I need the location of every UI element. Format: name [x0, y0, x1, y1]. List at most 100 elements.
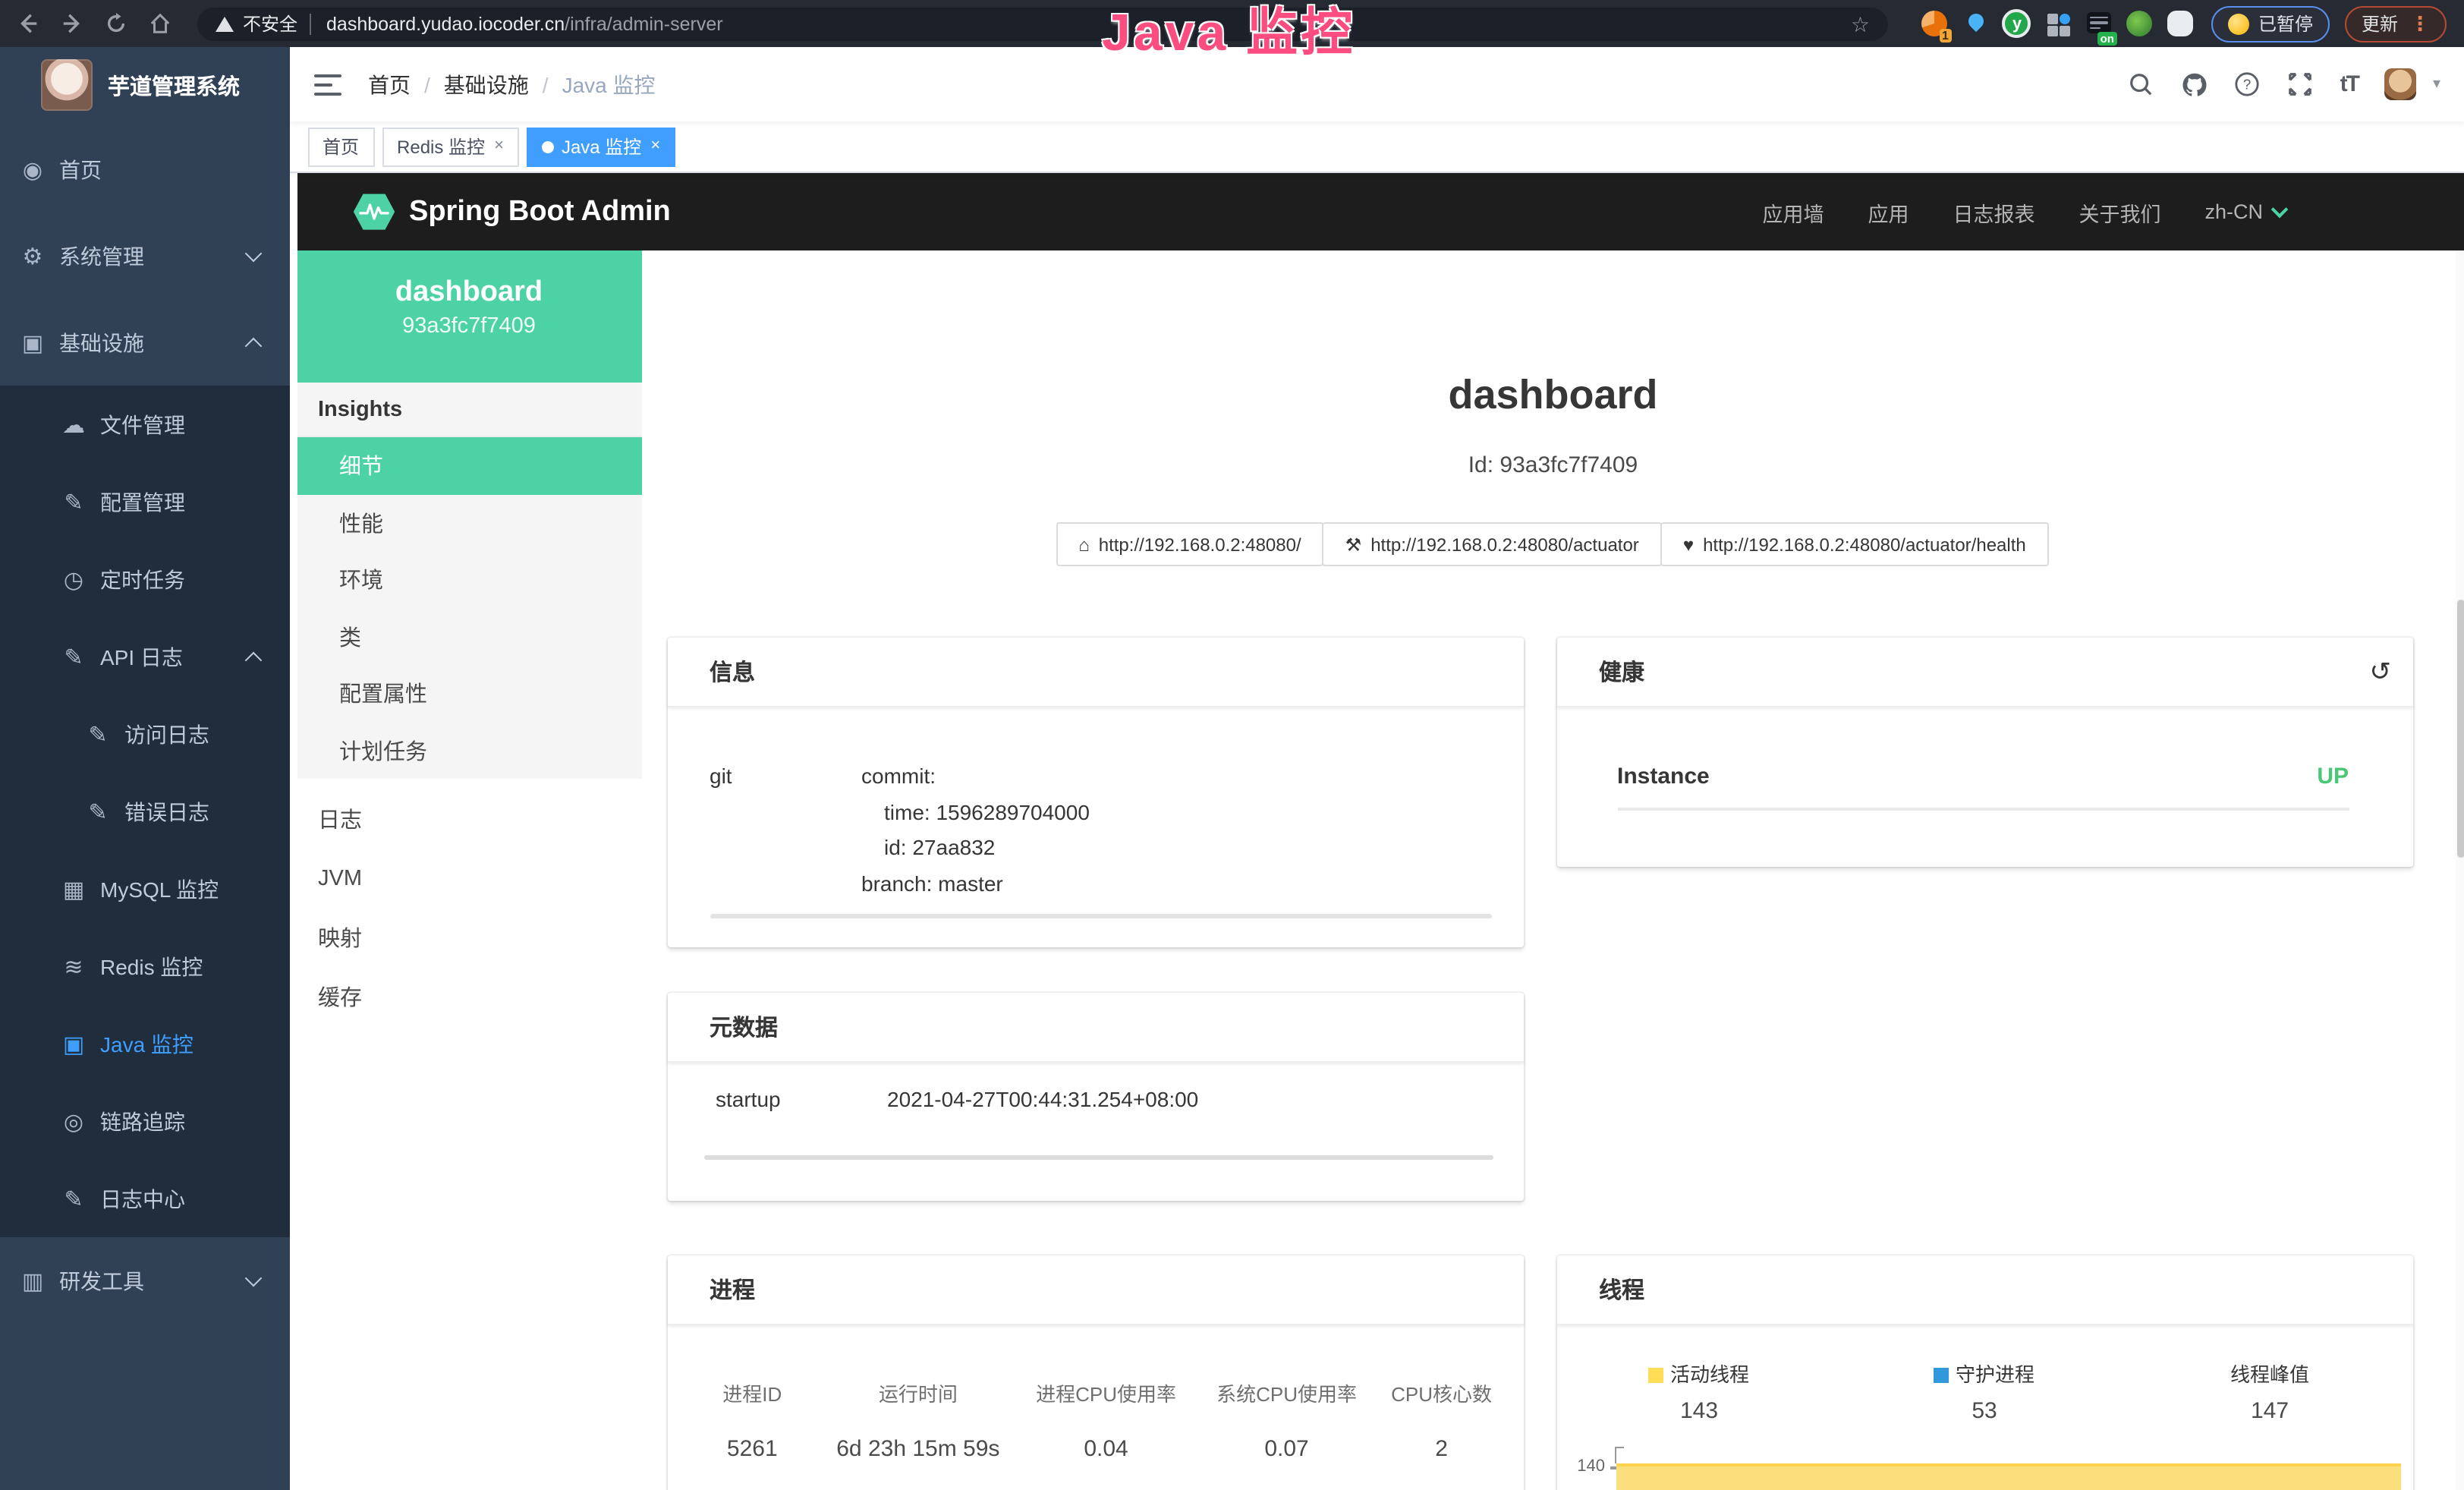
panel-title-process: 进程 [710, 1274, 755, 1306]
update-browser-button[interactable]: 更新 ⋮ [2345, 5, 2447, 42]
cpu-cores-value: 2 [1375, 1432, 1508, 1468]
sidebar-item-config-management[interactable]: ✎ 配置管理 [0, 463, 289, 540]
cloud-upload-icon: ☁ [61, 411, 87, 438]
sba-sidebar-item-logs[interactable]: 日志 [297, 789, 641, 849]
svg-text:?: ? [2243, 77, 2252, 93]
sba-sidebar-item-jvm[interactable]: JVM [297, 849, 641, 908]
actuator-url-button[interactable]: ⚒ http://192.168.0.2:48080/actuator [1323, 522, 1662, 566]
annotation-java-monitor: Java 监控 [1102, 0, 1355, 67]
app-logo-row[interactable]: 芋道管理系统 [0, 47, 289, 123]
service-url-button[interactable]: ⌂ http://192.168.0.2:48080/ [1056, 522, 1323, 566]
extension-pin-icon[interactable] [1961, 8, 1991, 39]
stack-icon: ≋ [61, 953, 87, 980]
text-size-icon[interactable]: tT [2340, 71, 2359, 97]
sidebar-item-infrastructure[interactable]: ▣ 基础设施 [0, 299, 289, 386]
tab-java-monitor[interactable]: Java 监控 × [527, 127, 675, 166]
tab-home[interactable]: 首页 [307, 127, 374, 166]
tab-redis-monitor[interactable]: Redis 监控 × [382, 127, 519, 166]
breadcrumb-home[interactable]: 首页 [368, 69, 411, 99]
browser-menu-icon[interactable]: ⋮ [2410, 11, 2430, 36]
scrollbar-track[interactable] [2456, 250, 2464, 1490]
live-threads-swatch [1649, 1368, 1664, 1383]
extension-leaf-icon[interactable] [2125, 8, 2155, 39]
sidebar-item-scheduled-tasks[interactable]: ◷ 定时任务 [0, 540, 289, 618]
sidebar-item-dev-tools[interactable]: ▥ 研发工具 [0, 1237, 289, 1324]
sidebar-item-access-logs[interactable]: ✎ 访问日志 [0, 695, 289, 773]
github-icon[interactable] [2181, 71, 2208, 98]
sba-language-select[interactable]: zh-CN [2204, 200, 2286, 223]
panel-title-info: 信息 [710, 656, 755, 688]
sidebar-item-api-logs[interactable]: ✎ API 日志 [0, 618, 289, 695]
sidebar-item-home[interactable]: ◉ 首页 [0, 126, 289, 213]
threads-legend: 活动线程 守护进程 线程峰值 [1556, 1325, 2412, 1388]
sidebar-item-file-management[interactable]: ☁ 文件管理 [0, 386, 289, 463]
sba-sidebar-item-caches[interactable]: 缓存 [297, 967, 641, 1026]
url-divider [310, 13, 311, 34]
edit-icon: ✎ [85, 798, 111, 825]
system-cpu-value: 0.07 [1198, 1432, 1375, 1468]
close-icon[interactable]: × [494, 138, 504, 155]
breadcrumb-current: Java 监控 [562, 69, 656, 99]
hamburger-icon[interactable] [313, 74, 341, 95]
sba-brand[interactable]: Spring Boot Admin [351, 190, 671, 234]
sidebar-item-redis-monitor[interactable]: ≋ Redis 监控 [0, 928, 289, 1005]
url-path: /infra/admin-server [565, 13, 722, 34]
close-icon[interactable]: × [650, 138, 660, 155]
sidebar-item-java-monitor[interactable]: ▣ Java 监控 [0, 1005, 289, 1082]
scrollbar-thumb[interactable] [2456, 600, 2464, 858]
bookmark-star-icon[interactable]: ☆ [1851, 13, 1870, 34]
sba-nav: 应用墙 应用 日志报表 关于我们 zh-CN [1762, 197, 2286, 227]
metadata-value: 2021-04-27T00:44:31.254+08:00 [887, 1082, 1198, 1116]
sba-sidebar-item-scheduled[interactable]: 计划任务 [297, 722, 641, 779]
sba-main: dashboard Id: 93a3fc7f7409 ⌂ http://192.… [641, 250, 2464, 1490]
process-cpu-value: 0.04 [1014, 1432, 1198, 1468]
sidebar-submenu-infrastructure: ☁ 文件管理 ✎ 配置管理 ◷ 定时任务 ✎ API 日志 [0, 386, 289, 1237]
sba-nav-applications[interactable]: 应用 [1868, 197, 1909, 227]
back-icon[interactable] [15, 11, 39, 36]
sba-sidebar-item-environment[interactable]: 环境 [297, 551, 641, 608]
extension-list-icon[interactable]: on [2084, 8, 2114, 39]
sba-brand-name: Spring Boot Admin [409, 195, 671, 228]
row-divider [1617, 808, 2349, 811]
sba-nav-about[interactable]: 关于我们 [2079, 197, 2160, 227]
screen: 不安全 dashboard.yudao.iocoder.cn /infra/ad… [0, 0, 2464, 1490]
edit-icon: ✎ [85, 720, 111, 748]
info-panel: 信息 git commit: time: 1596289704000 id: 2… [667, 638, 1523, 947]
sidebar-item-system-management[interactable]: ⚙ 系统管理 [0, 213, 289, 299]
app-sidebar: 芋道管理系统 ◉ 首页 ⚙ 系统管理 ▣ 基础设施 [0, 47, 289, 1490]
reload-icon[interactable] [103, 11, 127, 36]
sba-nav-journal[interactable]: 日志报表 [1953, 197, 2034, 227]
threads-values: 143 53 147 [1556, 1394, 2412, 1430]
user-avatar[interactable] [2384, 68, 2416, 100]
sidebar-item-tracing[interactable]: ◎ 链路追踪 [0, 1082, 289, 1160]
sba-nav-wallboard[interactable]: 应用墙 [1762, 197, 1824, 227]
monitor-icon: ▣ [20, 329, 46, 356]
address-bar[interactable]: 不安全 dashboard.yudao.iocoder.cn /infra/ad… [197, 7, 1888, 40]
extension-orange-icon[interactable]: 1 [1920, 8, 1950, 39]
profile-paused-chip[interactable]: 已暂停 [2211, 5, 2330, 42]
extension-grid-icon[interactable] [2043, 8, 2073, 39]
sba-sidebar-item-config-props[interactable]: 配置属性 [297, 665, 641, 722]
sba-sidebar-item-mappings[interactable]: 映射 [297, 908, 641, 967]
sba-sidebar-item-metrics[interactable]: 性能 [297, 494, 641, 551]
extension-green-icon[interactable]: y [2002, 8, 2032, 39]
extension-puzzle-icon[interactable] [2166, 8, 2196, 39]
edit-icon: ✎ [61, 643, 87, 670]
sidebar-item-mysql-monitor[interactable]: ▦ MySQL 监控 [0, 850, 289, 928]
sba-sidebar-item-classes[interactable]: 类 [297, 608, 641, 665]
sba-navbar: Spring Boot Admin 应用墙 应用 日志报表 关于我们 zh-CN [297, 173, 2464, 250]
history-icon[interactable]: ↺ [2370, 659, 2392, 685]
home-icon[interactable] [147, 11, 172, 36]
avatar-caret-icon[interactable]: ▾ [2433, 76, 2440, 93]
sidebar-item-log-center[interactable]: ✎ 日志中心 [0, 1160, 289, 1237]
sba-sidebar-item-details[interactable]: 细节 [297, 437, 641, 494]
help-icon[interactable]: ? [2234, 71, 2261, 98]
breadcrumb-infrastructure[interactable]: 基础设施 [444, 69, 529, 99]
fullscreen-icon[interactable] [2287, 71, 2315, 98]
search-icon[interactable] [2128, 71, 2155, 98]
forward-icon[interactable] [59, 11, 83, 36]
edit-icon: ✎ [61, 488, 87, 515]
sidebar-item-error-logs[interactable]: ✎ 错误日志 [0, 773, 289, 850]
health-url-button[interactable]: ♥ http://192.168.0.2:48080/actuator/heal… [1660, 522, 2049, 566]
sba-instance-header[interactable]: dashboard 93a3fc7f7409 [297, 250, 641, 383]
